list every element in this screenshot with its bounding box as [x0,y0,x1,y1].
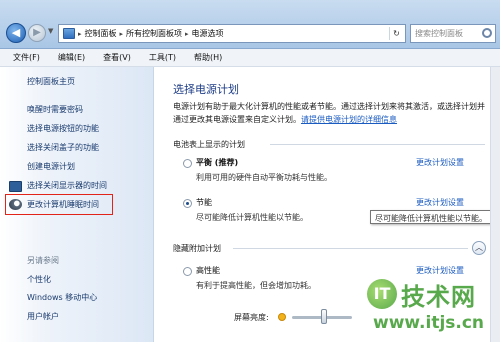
page-title: 选择电源计划 [173,83,239,96]
brightness-label: 屏幕亮度: [234,313,269,322]
plan-details-link[interactable]: 请提供电源计划的详细信息 [301,115,397,124]
back-button[interactable]: ◀ [6,23,26,43]
see-also-heading: 另请参阅 [27,256,59,265]
arrow-right-icon: ▶ [33,27,41,38]
sun-icon [278,313,286,321]
plan-radio-balanced[interactable] [183,159,192,168]
arrow-left-icon: ◀ [11,26,21,39]
sidebar-item-home[interactable]: 控制面板主页 [27,76,75,87]
collapse-button[interactable]: ︿ [472,241,486,255]
history-dropdown-icon[interactable]: ▼ [48,27,56,37]
breadcrumb-all-items[interactable]: 所有控制面板项 [126,28,182,39]
refresh-icon[interactable]: ↻ [389,27,403,40]
plan-desc-power-saver: 尽可能降低计算机性能以节能。 [196,213,308,222]
sidebar-item-create-plan[interactable]: 创建电源计划 [27,161,75,172]
chevron-right-icon[interactable]: ▸ [120,30,124,38]
sidebar-item-wake-password[interactable]: 唤醒时需要密码 [27,104,83,115]
section-divider [233,248,468,249]
chevron-up-icon: ︿ [475,243,483,252]
red-highlight-box [5,194,113,215]
menu-tools[interactable]: 工具(T) [149,52,176,63]
watermark: IT 技术网 www.itjs.cn [367,275,497,337]
chevron-right-icon[interactable]: ▸ [185,30,189,38]
plan-radio-high-performance[interactable] [183,267,192,276]
brightness-slider-thumb[interactable] [320,309,327,324]
address-bar[interactable]: ▸ 控制面板 ▸ 所有控制面板项 ▸ 电源选项 ↻ [58,24,406,43]
battery-section-title: 电池表上显示的计划 [173,140,245,149]
menu-help[interactable]: 帮助(H) [194,52,222,63]
sidebar-item-display-off[interactable]: 选择关闭显示器的时间 [27,180,107,191]
search-icon[interactable] [482,28,492,38]
forward-button[interactable]: ▶ [28,24,46,42]
plan-desc-high-performance: 有利于提高性能，但会增加功耗。 [196,281,316,290]
watermark-text: 技术网 [401,283,476,311]
plan-radio-power-saver[interactable] [183,199,192,208]
watermark-url: www.itjs.cn [373,313,485,333]
change-plan-link-power-saver[interactable]: 更改计划设置 [416,197,464,208]
plan-desc-balanced: 利用可用的硬件自动平衡功耗与性能。 [196,173,332,182]
sidebar-item-mobility-center[interactable]: Windows 移动中心 [27,292,97,303]
search-placeholder: 搜索控制面板 [415,29,463,38]
change-plan-link-balanced[interactable]: 更改计划设置 [416,157,464,168]
menu-bar: 文件(F) 编辑(E) 查看(V) 工具(T) 帮助(H) [0,49,500,67]
menu-file[interactable]: 文件(F) [13,52,40,63]
page-description: 电源计划有助于最大化计算机的性能或者节能。通过选择计划来将其激活，或选择计划并通… [173,100,491,126]
sidebar-item-personalize[interactable]: 个性化 [27,274,51,285]
menu-edit[interactable]: 编辑(E) [58,52,85,63]
breadcrumb-control-panel[interactable]: 控制面板 [85,28,117,39]
breadcrumb-power-options[interactable]: 电源选项 [192,28,224,39]
plan-name-power-saver[interactable]: 节能 [196,197,212,208]
sidebar-item-user-accounts[interactable]: 用户帐户 [27,311,59,322]
plan-name-high-performance[interactable]: 高性能 [196,265,220,276]
sidebar-item-power-button[interactable]: 选择电源按钮的功能 [27,123,99,134]
chevron-right-icon[interactable]: ▸ [78,30,82,38]
tooltip: 尽可能降低计算机性能以节能。 [370,210,500,224]
section-divider [270,144,485,145]
sidebar-item-lid[interactable]: 选择关闭盖子的功能 [27,142,99,153]
monitor-icon [9,181,22,192]
control-panel-icon [63,28,75,39]
hidden-plans-title: 隐藏附加计划 [173,244,221,253]
watermark-logo: IT [367,279,397,309]
plan-name-balanced[interactable]: 平衡 (推荐) [196,157,238,168]
search-input[interactable]: 搜索控制面板 [410,24,496,43]
menu-view[interactable]: 查看(V) [103,52,131,63]
